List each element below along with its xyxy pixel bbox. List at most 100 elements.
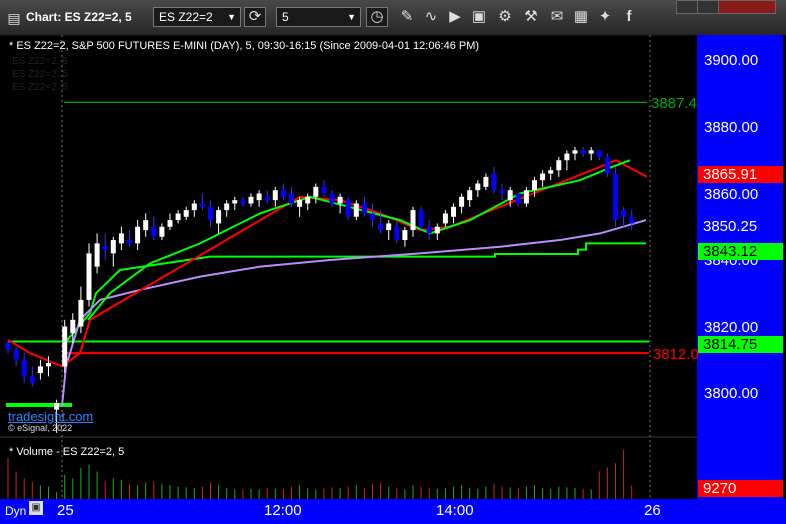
candle-body [629, 216, 635, 224]
candle-body [21, 359, 27, 377]
candle-body [199, 203, 205, 207]
legend-ghost: ES Z22=2, 5 [12, 82, 68, 93]
candle-body [46, 363, 51, 367]
candle-body [159, 226, 165, 237]
candle-body [410, 210, 416, 231]
candle-body [216, 210, 222, 224]
candle-body [370, 213, 375, 221]
legend-ghost: ES Z22=2, 5 [12, 69, 68, 80]
candle-body [151, 226, 157, 237]
last-price-tag: 3850.25 [703, 218, 758, 235]
candle-body [402, 230, 408, 241]
candle-body [353, 203, 359, 217]
candle-body [337, 196, 343, 204]
candle-body [62, 326, 68, 367]
candle-body [588, 150, 594, 154]
chart-header: * ES Z22=2, S&P 500 FUTURES E-MINI (DAY)… [9, 40, 480, 52]
level-label-top: 3887.4 [651, 95, 697, 112]
candle-body [232, 200, 238, 204]
candle-body [483, 176, 489, 187]
candle-body [305, 196, 311, 204]
ma-green-tag: 3843.12 [698, 243, 783, 260]
candle-body [621, 210, 627, 217]
candle-body [78, 299, 84, 327]
candle-body [580, 150, 586, 154]
candle-body [459, 196, 465, 207]
candle-body [183, 210, 189, 217]
copyright-text: © eSignal, 2022 [8, 423, 73, 433]
candle-body [118, 233, 124, 244]
time-tick: 26 [644, 502, 661, 519]
level-label-red: 3812.0 [653, 346, 699, 363]
candle-body [451, 206, 456, 217]
candle-body [297, 200, 303, 207]
time-tick: 25 [57, 502, 74, 519]
candle-body [37, 366, 43, 374]
candle-body [394, 226, 400, 241]
candle-body [264, 196, 270, 201]
price-tick: 3800.00 [704, 385, 759, 402]
candle-body [13, 349, 19, 360]
candle-body [289, 193, 294, 204]
candle-body [467, 190, 473, 201]
chart-window: ▤ Chart: ES Z22=2, 5 ES Z22=2 ▼ ⟳ 5 ▼ ◷ … [0, 0, 786, 524]
candle-body [613, 173, 618, 221]
candle-body [94, 243, 100, 267]
candle-body [434, 226, 440, 234]
candle-body [167, 220, 173, 227]
price-tick: 3900.00 [704, 52, 759, 69]
candle-body [127, 240, 132, 244]
legend-ghost: ES Z22=2, 5 [12, 56, 68, 67]
candle-body [256, 193, 262, 201]
dyn-label: Dyn [5, 504, 27, 518]
price-tick: 3820.00 [704, 319, 759, 336]
candle-body [240, 200, 246, 204]
candle-body [515, 193, 521, 204]
price-tick: 3860.00 [704, 186, 759, 203]
candle-body [135, 226, 141, 244]
candle-body [507, 190, 513, 201]
candle-body [596, 150, 602, 157]
candle-body [224, 203, 230, 211]
candle-body [321, 186, 327, 194]
candle-body [29, 376, 35, 384]
candle-body [191, 203, 197, 211]
candle-body [442, 213, 448, 224]
time-tick: 14:00 [436, 502, 474, 519]
candle-body [475, 183, 481, 191]
candle-body [378, 223, 384, 231]
candle-body [564, 153, 570, 161]
candle-body [272, 190, 278, 201]
candle-body [70, 319, 76, 334]
last-price-red-tag: 3865.91 [698, 166, 783, 183]
volume-title: * Volume - ES Z22=2, 5 [9, 446, 125, 458]
candle-body [102, 246, 108, 251]
lock-icon[interactable]: ▣ [29, 501, 43, 515]
candle-body [386, 223, 392, 231]
candle-body [556, 160, 562, 171]
candle-body [540, 173, 546, 181]
candle-body [329, 193, 335, 204]
candle-body [5, 343, 11, 350]
candle-body [313, 186, 319, 197]
candle-body [548, 170, 554, 174]
ma-green-line [87, 159, 631, 321]
candle-body [499, 190, 505, 194]
time-tick: 12:00 [264, 502, 302, 519]
candle-body [491, 173, 497, 191]
candle-body [572, 150, 578, 154]
price-tick: 3880.00 [704, 119, 759, 136]
candle-body [143, 220, 149, 231]
ma-purple-line [61, 219, 647, 407]
level-green-tag: 3814.75 [698, 336, 783, 353]
candle-body [280, 190, 286, 197]
candle-body [523, 190, 529, 204]
candle-body [110, 240, 116, 254]
candle-body [208, 206, 213, 221]
tradesight-logo[interactable]: tradesight.com [8, 409, 93, 424]
ma-red-line [7, 159, 648, 368]
candle-body [604, 156, 610, 174]
candle-body [426, 226, 432, 234]
candle-body [86, 253, 92, 300]
volume-last-tag: 9270 [698, 480, 783, 497]
